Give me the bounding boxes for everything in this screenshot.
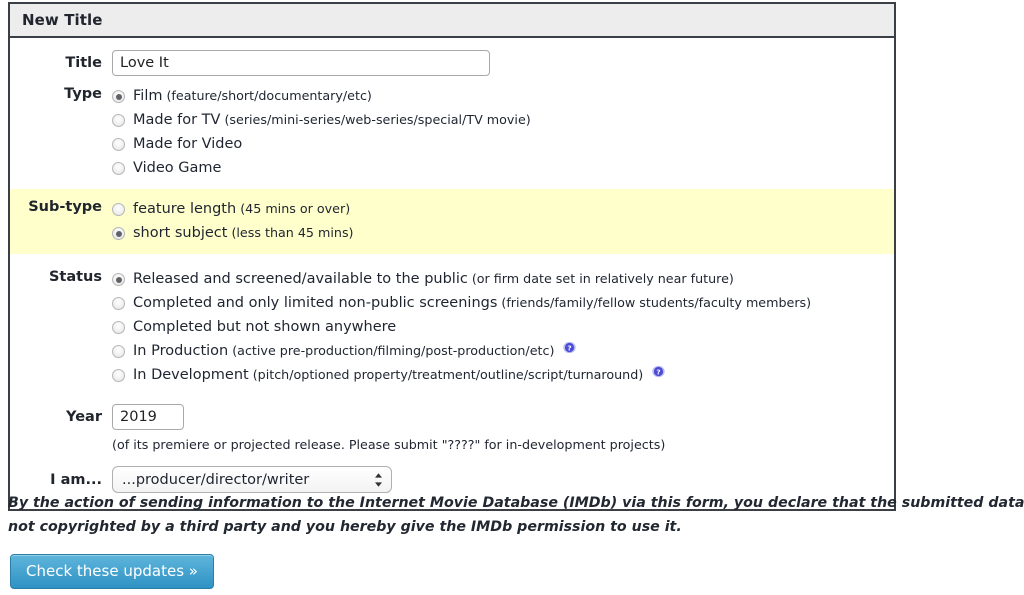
subtype-option-feature-length[interactable]: feature length (45 mins or over) <box>112 197 894 221</box>
i-am-selected-value: ...producer/director/writer <box>122 471 310 488</box>
year-label: Year <box>66 409 102 425</box>
radio-icon-feature-length[interactable] <box>112 203 125 216</box>
help-icon-in-development[interactable]: ? <box>652 362 665 378</box>
title-field-container <box>112 50 894 76</box>
panel-body: Title Type Film (feature/short/documenta… <box>8 38 896 511</box>
status-option-not-shown-label: Completed but not shown anywhere <box>133 319 397 335</box>
radio-icon-short-subject[interactable] <box>112 227 125 240</box>
year-hint: (of its premiere or projected release. P… <box>112 437 666 452</box>
title-label: Title <box>65 55 102 71</box>
svg-text:?: ? <box>568 344 572 353</box>
status-option-limited-screenings-note: (friends/family/fellow students/faculty … <box>501 295 812 310</box>
type-row: Type Film (feature/short/documentary/etc… <box>10 76 894 180</box>
subtype-row: Sub-type feature length (45 mins or over… <box>10 189 894 254</box>
status-option-in-development-note: (pitch/optioned property/treatment/outli… <box>252 367 644 382</box>
subtype-label: Sub-type <box>28 199 102 215</box>
type-label: Type <box>64 86 102 102</box>
i-am-select[interactable]: ...producer/director/writer <box>112 466 392 493</box>
new-title-form-panel: New Title Title Type Film (feature/short… <box>8 2 896 511</box>
radio-icon-video-game[interactable] <box>112 162 125 175</box>
status-option-in-development[interactable]: In Development (pitch/optioned property/… <box>112 363 894 387</box>
title-input[interactable] <box>112 50 490 76</box>
type-option-made-for-video[interactable]: Made for Video <box>112 132 894 156</box>
status-row: Status Released and screened/available t… <box>10 254 894 387</box>
status-option-limited-screenings[interactable]: Completed and only limited non-public sc… <box>112 291 894 315</box>
status-option-limited-screenings-label: Completed and only limited non-public sc… <box>133 295 498 311</box>
year-row: Year (of its premiere or projected relea… <box>10 387 894 452</box>
type-option-video-game[interactable]: Video Game <box>112 156 894 180</box>
type-option-made-for-tv-label: Made for TV <box>133 112 221 128</box>
radio-icon-released[interactable] <box>112 273 125 286</box>
subtype-option-feature-length-note: (45 mins or over) <box>240 201 351 216</box>
status-label: Status <box>48 269 102 285</box>
disclaimer-line-1: By the action of sending information to … <box>8 495 1024 511</box>
type-option-made-for-video-label: Made for Video <box>133 136 243 152</box>
status-options: Released and screened/available to the p… <box>112 267 894 387</box>
year-input[interactable] <box>112 404 184 430</box>
type-option-made-for-tv[interactable]: Made for TV (series/mini-series/web-seri… <box>112 108 894 132</box>
type-option-video-game-label: Video Game <box>133 160 222 176</box>
radio-icon-limited-screenings[interactable] <box>112 297 125 310</box>
status-option-in-development-label: In Development <box>133 367 249 383</box>
subtype-option-short-subject-note: (less than 45 mins) <box>231 225 354 240</box>
disclaimer: By the action of sending information to … <box>8 491 1024 539</box>
subtype-option-feature-length-label: feature length <box>133 201 237 217</box>
type-option-film[interactable]: Film (feature/short/documentary/etc) <box>112 84 894 108</box>
svg-text:?: ? <box>657 368 661 377</box>
status-option-in-production[interactable]: In Production (active pre-production/fil… <box>112 339 894 363</box>
title-row: Title <box>10 38 894 76</box>
help-icon-in-production[interactable]: ? <box>563 338 577 354</box>
radio-icon-in-development[interactable] <box>112 369 125 382</box>
check-these-updates-button[interactable]: Check these updates » <box>10 554 214 589</box>
radio-icon-film[interactable] <box>112 90 125 103</box>
disclaimer-line-2: not copyrighted by a third party and you… <box>8 519 682 535</box>
type-option-made-for-tv-note: (series/mini-series/web-series/special/T… <box>224 112 531 127</box>
radio-icon-in-production[interactable] <box>112 345 125 358</box>
radio-icon-not-shown[interactable] <box>112 321 125 334</box>
subtype-option-short-subject[interactable]: short subject (less than 45 mins) <box>112 221 894 245</box>
status-option-released[interactable]: Released and screened/available to the p… <box>112 267 894 291</box>
radio-icon-made-for-tv[interactable] <box>112 114 125 127</box>
type-options: Film (feature/short/documentary/etc) Mad… <box>112 84 894 180</box>
radio-icon-made-for-video[interactable] <box>112 138 125 151</box>
i-am-select-wrapper[interactable]: ...producer/director/writer <box>112 466 392 493</box>
i-am-field-container: ...producer/director/writer <box>112 466 894 493</box>
year-field-container: (of its premiere or projected release. P… <box>112 404 894 452</box>
status-option-in-production-label: In Production <box>133 343 229 359</box>
type-option-film-note: (feature/short/documentary/etc) <box>166 88 372 103</box>
status-option-released-label: Released and screened/available to the p… <box>133 271 468 287</box>
page-title: New Title <box>22 11 103 29</box>
type-option-film-label: Film <box>133 88 163 104</box>
i-am-label: I am... <box>50 472 102 488</box>
status-option-not-shown[interactable]: Completed but not shown anywhere <box>112 315 894 339</box>
status-option-released-note: (or firm date set in relatively near fut… <box>471 271 734 286</box>
status-option-in-production-note: (active pre-production/filming/post-prod… <box>232 343 555 358</box>
subtype-options: feature length (45 mins or over) short s… <box>112 197 894 245</box>
panel-header: New Title <box>8 2 896 38</box>
subtype-option-short-subject-label: short subject <box>133 225 228 241</box>
